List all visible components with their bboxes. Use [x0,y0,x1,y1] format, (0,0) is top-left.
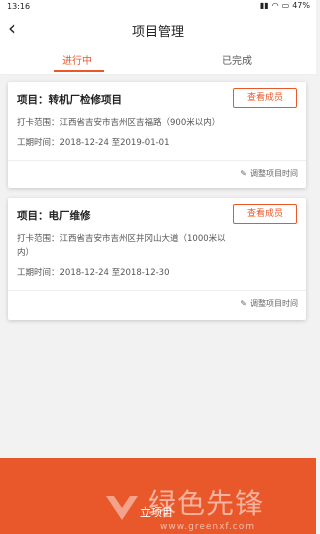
adjust-time-button[interactable]: ✎ 调整项目时间 [240,168,298,179]
active-tab-indicator [54,70,104,72]
watermark-logo-icon [106,496,138,520]
project-title: 项目：电厂维修 [17,210,91,222]
adjust-time-label: 调整项目时间 [250,169,298,178]
project-card[interactable]: 项目：转机厂检修项目 查看成员 打卡范围：江西省吉安市吉州区吉福路（900米以内… [8,82,306,188]
project-card[interactable]: 项目：电厂维修 查看成员 打卡范围：江西省吉安市吉州区井冈山大道（1000米以 … [8,198,306,320]
view-members-button[interactable]: 查看成员 [233,204,297,224]
adjust-time-button[interactable]: ✎ 调整项目时间 [240,298,298,309]
card-divider [8,290,306,291]
status-time: 13:16 [7,2,31,11]
pencil-icon: ✎ [240,299,247,308]
battery-icon: ▭ [281,1,290,10]
pencil-icon: ✎ [240,169,247,178]
tab-completed[interactable]: 已完成 [222,52,252,67]
watermark-url: www.greenxf.com [160,522,256,532]
create-project-button[interactable]: 立项目 [140,504,173,520]
checkin-range: 打卡范围：江西省吉安市吉州区井冈山大道（1000米以 [17,234,226,244]
signal-icon: ▮▮ [259,1,269,10]
page-title: 项目管理 [131,25,184,40]
bottom-action-bar[interactable]: 绿色先锋 www.greenxf.com 立项目 [0,458,316,534]
tab-in-progress[interactable]: 进行中 [62,52,92,67]
project-title: 项目：转机厂检修项目 [17,94,122,106]
status-bar: 13:16 ▮▮ ◠ ▭ 47% [0,0,316,14]
status-icons: ▮▮ ◠ ▭ 47% [260,1,310,10]
adjust-time-label: 调整项目时间 [250,299,298,308]
work-period: 工期时间：2018-12-24 至2018-12-30 [17,268,170,278]
card-divider [8,160,306,161]
checkin-range: 打卡范围：江西省吉安市吉州区吉福路（900米以内） [17,118,221,128]
view-members-button[interactable]: 查看成员 [233,88,297,108]
tab-bar: 进行中 已完成 [0,44,316,75]
battery-level: 47% [292,1,310,10]
checkin-range-continued: 内） [17,248,35,258]
nav-bar: ‹ 项目管理 [0,14,316,44]
wifi-icon: ◠ [271,1,279,10]
work-period: 工期时间：2018-12-24 至2019-01-01 [17,138,170,148]
